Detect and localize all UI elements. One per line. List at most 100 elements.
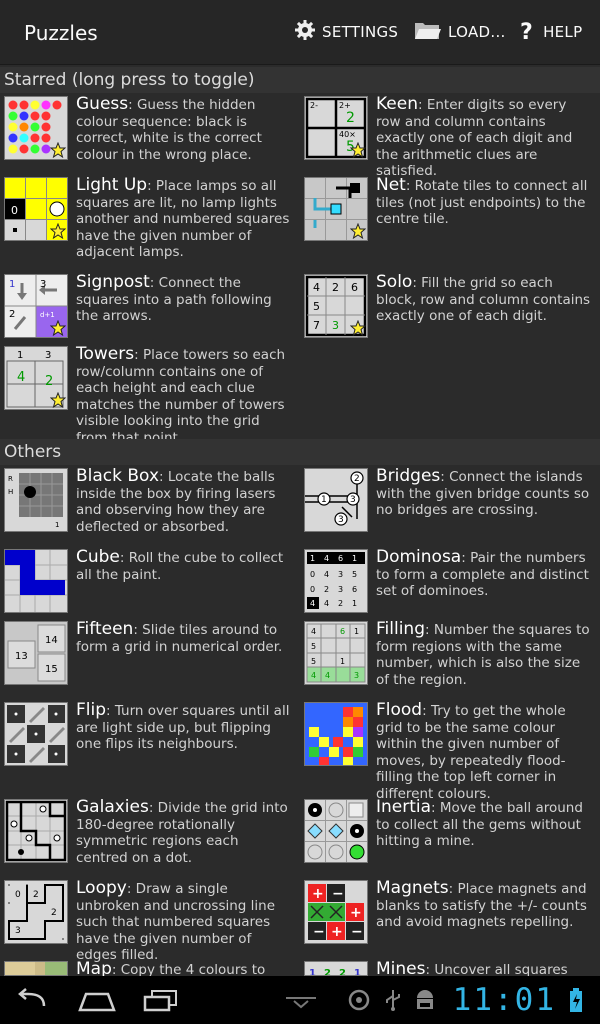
loopy-thumbnail: 0 2 2 3	[4, 880, 68, 944]
filling-number: 3	[354, 671, 359, 680]
star-icon	[50, 142, 66, 158]
fifteen-tile: 15	[45, 664, 58, 675]
fifteen-tile: 14	[45, 635, 58, 646]
folder-icon	[414, 19, 442, 45]
signpost-number: 2	[9, 309, 15, 320]
mines-number: 2	[324, 968, 331, 976]
blackbox-label: 1	[55, 521, 59, 529]
puzzle-description: Dominosa: Pair the numbers to form a com…	[376, 549, 594, 600]
loopy-number: 2	[51, 908, 57, 918]
bridges-number: 2	[354, 474, 360, 484]
filling-number: 6	[340, 627, 345, 636]
filling-thumbnail: 4 6 1 5 1 5 4 4 3	[304, 621, 368, 685]
puzzle-name: Signpost	[76, 272, 150, 292]
towers-digit: 2	[45, 374, 53, 389]
solo-digit: 2	[332, 281, 339, 294]
puzzle-description: Loopy: Draw a single unbroken and uncros…	[76, 880, 294, 964]
puzzle-name: Solo	[376, 272, 413, 292]
puzzle-description: Flood: Try to get the whole grid to be t…	[376, 702, 594, 802]
help-label: HELP	[543, 23, 583, 41]
puzzle-name: Towers	[76, 344, 135, 364]
puzzle-name: Guess	[76, 94, 129, 114]
chevron-down-icon[interactable]	[286, 994, 316, 1013]
puzzle-description: Black Box: Locate the balls inside the b…	[76, 468, 294, 535]
puzzle-name: Light Up	[76, 175, 148, 195]
svg-text:−: −	[351, 924, 363, 940]
magnets-thumbnail: + − + − + −	[304, 880, 368, 944]
dominosa-number: 6	[352, 585, 357, 594]
gear-icon	[294, 19, 316, 45]
dominosa-number: 3	[338, 570, 343, 579]
bridges-number: 3	[350, 495, 356, 505]
signpost-thumbnail: 1 3 2 d+1	[4, 274, 68, 338]
app-title: Puzzles	[24, 21, 98, 45]
towers-thumbnail: 1 3 4 2	[4, 346, 68, 410]
section-header-others: Others	[0, 439, 600, 465]
keen-thumbnail: 2- 2+ 2 40× 5	[304, 96, 368, 160]
back-icon[interactable]	[14, 988, 50, 1016]
star-icon	[50, 392, 66, 408]
puzzle-description: Towers: Place towers so each row/column …	[76, 346, 294, 446]
svg-text:+: +	[350, 905, 362, 921]
solo-digit: 3	[332, 319, 339, 332]
filling-number: 1	[354, 627, 359, 636]
loopy-number: 0	[15, 890, 21, 900]
dominosa-number: 4	[324, 599, 329, 608]
dominosa-number: 0	[310, 585, 315, 594]
signpost-number: 3	[40, 279, 46, 290]
solo-digit: 5	[313, 300, 320, 313]
dominosa-number: 5	[352, 570, 357, 579]
android-debug-icon	[414, 988, 436, 1016]
mines-number: 2	[339, 968, 346, 976]
puzzle-name: Black Box	[76, 466, 159, 486]
dominosa-number: 6	[338, 554, 343, 563]
puzzle-name: Keen	[376, 94, 418, 114]
towers-digit: 4	[17, 370, 25, 385]
svg-text:+: +	[312, 886, 324, 902]
puzzle-description: Fifteen: Slide tiles around to form a gr…	[76, 621, 294, 655]
puzzle-description: Cube: Roll the cube to collect all the p…	[76, 549, 294, 583]
puzzle-description: Signpost: Connect the squares into a pat…	[76, 274, 294, 325]
net-thumbnail	[304, 177, 368, 241]
puzzle-description: Magnets: Place magnets and blanks to sat…	[376, 880, 594, 931]
dominosa-number: 1	[352, 554, 357, 563]
mines-thumbnail: 1 2 2 1	[304, 961, 368, 976]
dominosa-number: 0	[310, 570, 315, 579]
dominosa-number: 1	[310, 554, 315, 563]
signpost-number: d+1	[40, 311, 55, 319]
filling-number: 4	[311, 627, 316, 636]
filling-number: 1	[340, 657, 345, 666]
lightup-thumbnail: 0	[4, 177, 68, 241]
bridges-number: 1	[321, 495, 327, 505]
fifteen-thumbnail: 14 13 15	[4, 621, 68, 685]
solo-digit: 7	[313, 319, 320, 332]
help-button[interactable]: ? HELP	[520, 18, 582, 46]
dominosa-number: 3	[338, 585, 343, 594]
puzzle-name: Fifteen	[76, 619, 134, 639]
recent-apps-icon[interactable]	[142, 988, 180, 1016]
system-navigation-bar: 11:01	[0, 976, 600, 1024]
puzzle-name: Flip	[76, 700, 107, 720]
puzzle-name: Net	[376, 175, 406, 195]
puzzle-name: Magnets	[376, 878, 449, 898]
puzzle-name: Dominosa	[376, 547, 462, 567]
load-button[interactable]: LOAD...	[414, 18, 506, 46]
puzzle-name: Bridges	[376, 466, 441, 486]
puzzle-description: Net: Rotate tiles to connect all tiles (…	[376, 177, 594, 228]
puzzle-description: Solo: Fill the grid so each block, row a…	[376, 274, 594, 325]
settings-button[interactable]: SETTINGS	[294, 18, 398, 46]
puzzle-name: Inertia	[376, 797, 432, 817]
puzzle-name: Loopy	[76, 878, 127, 898]
flip-thumbnail	[4, 702, 68, 766]
dominosa-number: 4	[324, 570, 329, 579]
star-icon	[350, 223, 366, 239]
dominosa-number: 4	[324, 554, 329, 563]
load-label: LOAD...	[448, 23, 506, 41]
guess-thumbnail	[4, 96, 68, 160]
blackbox-label: R	[8, 475, 13, 483]
keen-clue: 2-	[310, 101, 318, 110]
sync-icon	[346, 987, 372, 1017]
puzzle-description: Keen: Enter digits so every row and colu…	[376, 96, 594, 180]
home-icon[interactable]	[78, 988, 116, 1016]
dominosa-number: 2	[324, 585, 329, 594]
